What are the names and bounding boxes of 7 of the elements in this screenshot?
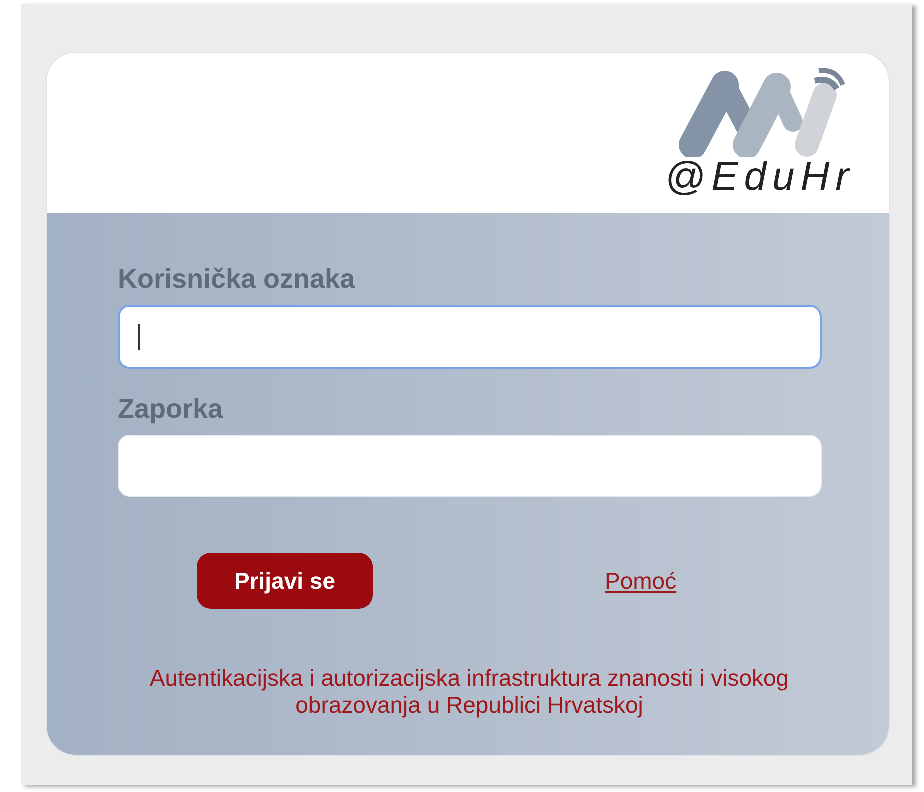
footer-text: Autentikacijska i autorizacijska infrastruktura znanosti i visokog obrazovanja u Republici Hrvatskoj [150, 665, 790, 719]
field-label: Korisnička oznaka [118, 265, 356, 293]
help-link[interactable]: Pomoć [605, 564, 677, 598]
input-field[interactable] [118, 305, 822, 369]
logo-text: @EduHr [665, 157, 855, 197]
login-button[interactable]: Prijavi se [197, 553, 373, 609]
field-label: Zaporka [118, 395, 224, 423]
